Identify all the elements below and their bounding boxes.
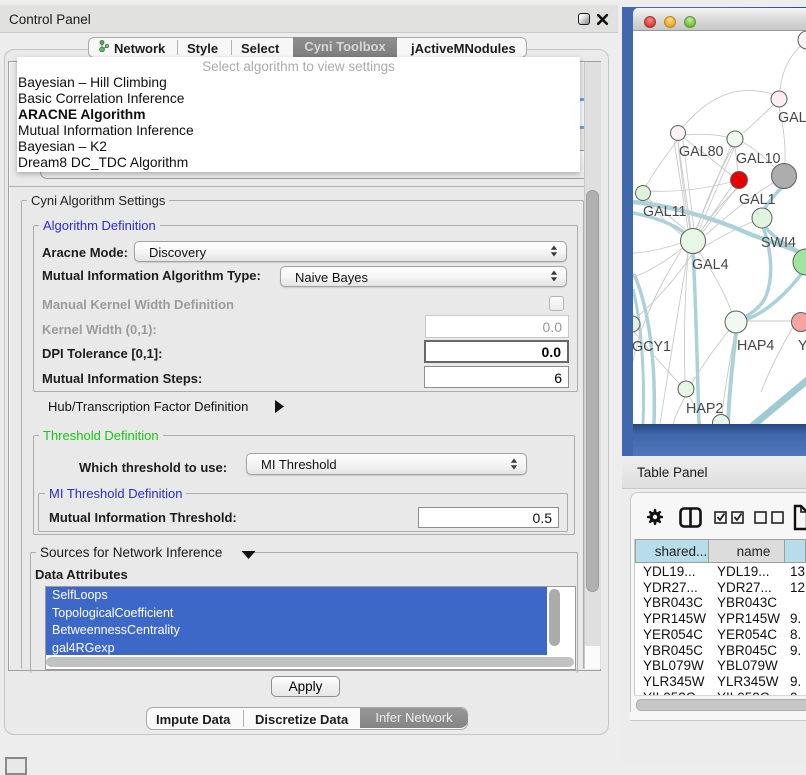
svg-text:HAP2: HAP2 — [686, 401, 723, 417]
svg-text:GAL1: GAL1 — [739, 192, 776, 208]
svg-text:GAL10: GAL10 — [736, 151, 781, 167]
svg-text:GAL4: GAL4 — [692, 257, 729, 273]
svg-text:GAL11: GAL11 — [643, 204, 686, 220]
svg-text:GCY1: GCY1 — [633, 339, 671, 355]
svg-text:SWI4: SWI4 — [761, 235, 796, 251]
svg-text:Y: Y — [798, 338, 806, 354]
svg-text:GAL7: GAL7 — [778, 110, 806, 126]
svg-text:HAP4: HAP4 — [737, 338, 774, 354]
svg-text:GAL80: GAL80 — [679, 144, 724, 160]
